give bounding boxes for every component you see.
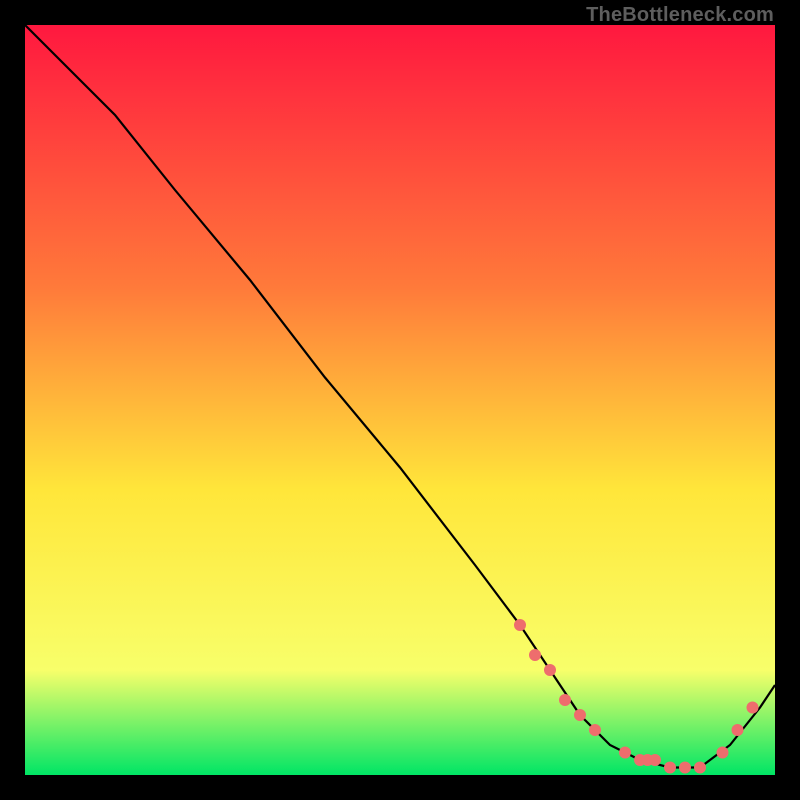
marker-point (694, 762, 706, 774)
marker-point (717, 747, 729, 759)
marker-point (544, 664, 556, 676)
marker-point (589, 724, 601, 736)
chart-frame: TheBottleneck.com (0, 0, 800, 800)
watermark-text: TheBottleneck.com (586, 4, 774, 27)
marker-point (529, 649, 541, 661)
marker-point (732, 724, 744, 736)
plot-area (25, 25, 775, 775)
marker-point (559, 694, 571, 706)
marker-point (679, 762, 691, 774)
gradient-background (25, 25, 775, 775)
chart-svg (25, 25, 775, 775)
marker-point (574, 709, 586, 721)
marker-point (619, 747, 631, 759)
marker-point (747, 702, 759, 714)
marker-point (649, 754, 661, 766)
marker-point (514, 619, 526, 631)
marker-point (664, 762, 676, 774)
